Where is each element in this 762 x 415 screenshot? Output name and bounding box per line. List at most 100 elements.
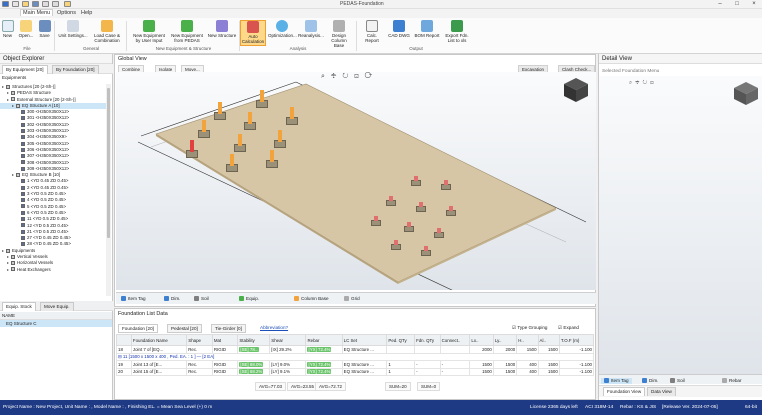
steel-column[interactable] [238, 134, 242, 146]
column-header[interactable]: T.O.F (m) [558, 334, 595, 346]
detail-viewport[interactable]: ⌕✥↻⊡ [599, 76, 762, 376]
save-button[interactable]: Save [37, 20, 52, 38]
reanalysis-button[interactable]: Reanalysis... [297, 20, 325, 38]
tab-column-base[interactable]: Column Base [291, 296, 332, 302]
design-column-base-button[interactable]: Design Column Base [326, 20, 352, 48]
load-case-button[interactable]: Load Case & Combination [91, 20, 123, 43]
save-icon[interactable] [32, 1, 39, 7]
tab-dim[interactable]: Dim. [639, 378, 661, 384]
table-row[interactable]: 19 Joint 13 of [E... Rec. RIGID [SE] 68.0% [L… [116, 360, 595, 369]
rotate-icon[interactable]: ↻ [342, 73, 350, 80]
view-cube-icon[interactable] [732, 80, 760, 106]
undo-icon[interactable] [42, 1, 49, 7]
column-header[interactable] [116, 334, 132, 346]
abbreviation-link[interactable]: Abbreviation? [257, 324, 291, 333]
export-xls-button[interactable]: Export Fdn. List to xls [442, 20, 472, 43]
tab-tie-girder[interactable]: Tie-Girder [0] [211, 324, 246, 333]
steel-column[interactable] [260, 90, 264, 102]
selected-foundation-menu[interactable]: Selected Foundation Menu [602, 69, 659, 74]
tab-item-tag[interactable]: Item Tag [118, 296, 149, 302]
menu-help[interactable]: Help [79, 10, 94, 16]
column-header[interactable]: Al.. [537, 334, 560, 346]
table-row[interactable]: 20 Joint 15 of [E... Rec. RIGID [SE] 68.2% [L… [116, 367, 595, 376]
column-base[interactable] [449, 206, 453, 211]
calc-report-button[interactable]: Calc. Report [360, 20, 384, 43]
column-header[interactable]: Lx.. [469, 334, 494, 346]
new-file-icon[interactable] [12, 1, 19, 7]
tab-soil[interactable]: Soil [667, 378, 688, 384]
fit-icon[interactable]: ⊡ [354, 73, 360, 80]
open-folder-icon[interactable] [22, 1, 29, 7]
column-header[interactable]: Connect.. [439, 334, 471, 346]
maximize-icon[interactable]: □ [729, 0, 745, 9]
pan-icon[interactable]: ✥ [331, 73, 339, 80]
fit-icon[interactable]: ⊡ [650, 80, 657, 86]
column-header[interactable]: Stability [237, 334, 271, 346]
steel-column[interactable] [218, 102, 222, 114]
column-base[interactable] [419, 202, 423, 207]
open-button[interactable]: Open... [16, 20, 36, 38]
new-button[interactable]: New [1, 20, 14, 38]
column-base[interactable] [414, 176, 418, 181]
tab-equip-stock[interactable]: Equip. Stock [2, 302, 36, 311]
quick-access-menu-icon[interactable] [64, 1, 71, 7]
tree-scrollbar[interactable] [106, 84, 111, 296]
column-header[interactable]: Ly.. [492, 334, 518, 346]
name-row[interactable]: EQ Structure C [0, 320, 112, 327]
tab-foundation-view[interactable]: Foundation View [603, 387, 646, 396]
column-base[interactable] [374, 216, 378, 221]
detail-toolbar[interactable]: ⌕✥↻⊡ [629, 80, 657, 87]
steel-column[interactable] [278, 130, 282, 142]
refresh-icon[interactable]: ⟳ [365, 73, 375, 80]
new-equipment-pedas-button[interactable]: New Equipment from PEDAS [169, 20, 205, 43]
menu-options[interactable]: Options [55, 10, 78, 16]
steel-column[interactable] [270, 150, 274, 162]
column-base[interactable] [437, 228, 441, 233]
tab-item-tag[interactable]: Item Tag [601, 378, 632, 384]
tab-by-equipment[interactable]: By Equipment [20] [2, 65, 48, 74]
view-toolbar[interactable]: ⌕ ✥ ↻ ⊡ ⟳ [321, 73, 374, 81]
cad-dwg-button[interactable]: CAD DWG [386, 20, 412, 38]
zoom-icon[interactable]: ⌕ [321, 73, 327, 80]
steel-column[interactable] [190, 140, 194, 152]
tab-move-equip[interactable]: Move Equip. [40, 302, 74, 311]
view-cube-icon[interactable] [564, 78, 588, 102]
tab-dim[interactable]: Dim. [161, 296, 183, 302]
table-row[interactable]: 18 Joint 7 of [EQ... Rec. RIGID [SE] 78... [I… [116, 345, 595, 354]
steel-column[interactable] [248, 112, 252, 124]
column-base[interactable] [394, 240, 398, 245]
column-base[interactable] [424, 246, 428, 251]
tab-by-foundation[interactable]: By Foundation [20] [52, 65, 99, 74]
rotate-icon[interactable]: ↻ [642, 80, 650, 86]
redo-icon[interactable] [52, 1, 59, 7]
column-header[interactable]: Foundation Name [130, 334, 188, 346]
minimize-icon[interactable]: – [712, 0, 728, 9]
new-structure-button[interactable]: New Structure [207, 20, 237, 38]
type-grouping-checkbox[interactable]: ☑ Type Grouping [512, 325, 547, 331]
column-header[interactable]: Shear [269, 334, 307, 346]
tree-item[interactable]: ▸ Heat Exchangers [0, 267, 106, 273]
column-base[interactable] [407, 222, 411, 227]
column-base[interactable] [444, 180, 448, 185]
tab-foundation[interactable]: Foundation [20] [118, 324, 158, 333]
column-header[interactable]: Mat [211, 334, 239, 346]
tree-scroll-thumb[interactable] [107, 88, 110, 238]
steel-column[interactable] [202, 120, 206, 132]
unit-settings-button[interactable]: Unit Settings... [56, 20, 90, 38]
close-icon[interactable]: × [746, 0, 762, 9]
expand-checkbox[interactable]: ☑ Expand [558, 325, 579, 331]
tab-grid[interactable]: Grid [341, 296, 363, 302]
column-header[interactable]: Shape [186, 334, 213, 346]
menu-main[interactable]: Main Menu [20, 9, 54, 16]
column-header[interactable]: Rebar [305, 334, 343, 346]
tab-data-view[interactable]: Data View [647, 387, 676, 396]
tab-pedestal[interactable]: Pedestal [20] [167, 324, 202, 333]
column-header[interactable]: Ped. QTy [386, 334, 416, 346]
steel-column[interactable] [290, 107, 294, 119]
new-equipment-user-button[interactable]: New Equipment by User Input [131, 20, 167, 43]
3d-viewport[interactable]: ⌕ ✥ ↻ ⊡ ⟳ [116, 72, 596, 293]
tab-soil[interactable]: Soil [191, 296, 212, 302]
tab-rebar[interactable]: Rebar [719, 378, 745, 384]
table-row[interactable]: ⊟ 11 [1500 x 1500 x 400 , Ped. EA. : 1 ]… [116, 352, 594, 361]
auto-calculation-button[interactable]: Auto Calculation [240, 20, 266, 46]
